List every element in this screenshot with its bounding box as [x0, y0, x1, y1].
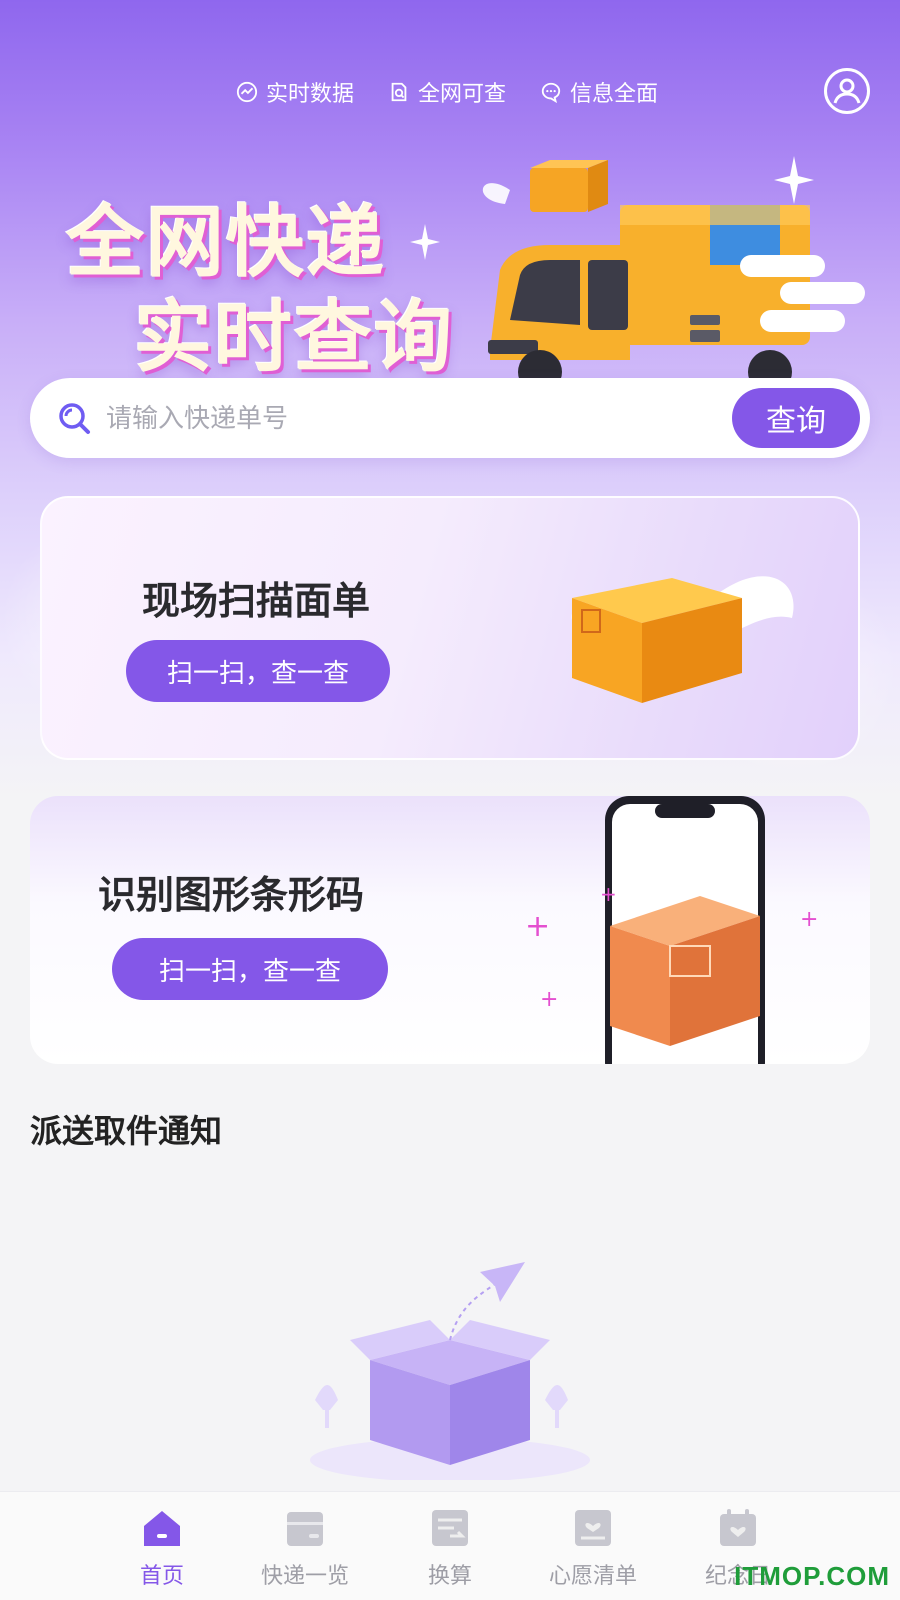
svg-text:+: +: [600, 882, 617, 906]
tab-label: 首页: [139, 1564, 184, 1589]
svg-text:+: +: [540, 987, 558, 1012]
tab-package-list[interactable]: 快递一览: [250, 1506, 360, 1590]
wishlist-icon: [575, 1510, 611, 1546]
calendar-heart-icon: [720, 1509, 756, 1546]
chart-circle-icon: [236, 81, 258, 103]
chat-bubble-icon: [541, 82, 561, 103]
tab-home[interactable]: 首页: [107, 1506, 217, 1590]
banner-line-2: 实时查询: [134, 293, 455, 383]
empty-box-illustration: [310, 1262, 590, 1480]
feature-complete-info: 信息全面: [540, 76, 658, 108]
svg-text:+: +: [800, 907, 818, 932]
card-title: 识别图形条形码: [98, 873, 365, 917]
feature-realtime-data: 实时数据: [236, 76, 354, 108]
winged-package-illustration: [571, 576, 794, 703]
search-icon: [59, 403, 90, 434]
tab-label: 快递一览: [260, 1564, 349, 1589]
scan-barcode-button[interactable]: 扫一扫，查一查: [112, 938, 388, 1000]
feature-label: 信息全面: [570, 82, 659, 107]
profile-button[interactable]: [824, 68, 870, 114]
scan-waybill-card[interactable]: 现场扫描面单 扫一扫，查一查: [40, 496, 860, 760]
package-icon: [287, 1512, 323, 1546]
svg-text:+: +: [525, 909, 550, 944]
home-icon: [144, 1511, 180, 1546]
query-button[interactable]: 查询: [732, 388, 860, 448]
feature-label: 实时数据: [266, 82, 355, 107]
feature-network-search: 全网可查: [388, 76, 506, 108]
sparkle-icon: [410, 224, 440, 260]
doc-search-icon: [391, 82, 407, 102]
tab-convert[interactable]: 换算: [395, 1506, 505, 1590]
tracking-number-input[interactable]: [104, 398, 668, 440]
feature-row: 实时数据 全网可查 信息全面: [236, 76, 658, 108]
section-title: 派送取件通知: [30, 1112, 223, 1150]
tab-label: 心愿清单: [548, 1564, 637, 1589]
feature-label: 全网可查: [418, 82, 507, 107]
tab-wishlist[interactable]: 心愿清单: [538, 1506, 648, 1590]
watermark: ITMOP.COM: [734, 1561, 890, 1591]
user-icon: [833, 78, 861, 104]
tracking-search-bar: 查询: [30, 378, 870, 458]
convert-icon: [432, 1510, 468, 1546]
tab-label: 换算: [427, 1564, 472, 1589]
phone-scan-illustration: + + + +: [525, 796, 818, 1064]
delivery-truck-illustration: [482, 160, 865, 380]
scan-waybill-button[interactable]: 扫一扫，查一查: [126, 640, 390, 702]
barcode-recognition-card[interactable]: 识别图形条形码 扫一扫，查一查 + + + +: [30, 796, 870, 1064]
card-title: 现场扫描面单: [142, 579, 371, 623]
